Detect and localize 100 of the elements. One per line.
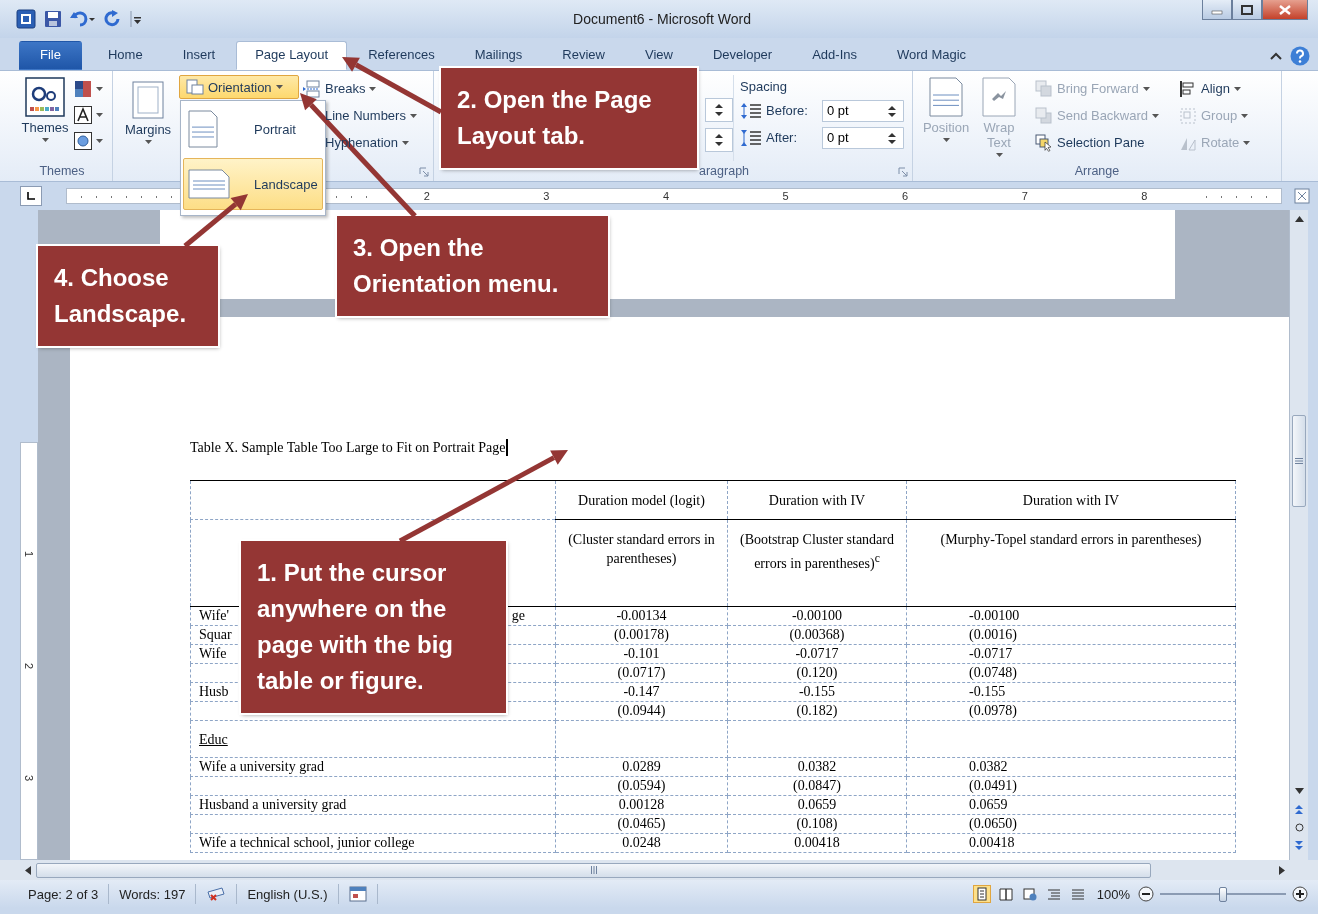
table-value: (0.00368): [789, 627, 845, 642]
vertical-ruler[interactable]: 1 2 3: [20, 442, 38, 860]
tab-selector[interactable]: [20, 186, 42, 206]
double-down-arrow-icon: [1295, 840, 1303, 850]
spacing-label: Before:: [766, 103, 809, 118]
redo-icon[interactable]: [104, 10, 122, 28]
ribbon-tab[interactable]: Add-Ins: [793, 41, 876, 70]
save-icon[interactable]: [44, 10, 62, 28]
spacing-heading: Spacing: [740, 77, 788, 96]
arrange-button[interactable]: Selection Pane: [1031, 129, 1173, 156]
ribbon-tab[interactable]: File: [19, 41, 82, 70]
column-heading: Duration model (logit): [555, 480, 728, 520]
table-value: (0.0944): [617, 703, 666, 718]
scroll-thumb[interactable]: [36, 862, 1151, 878]
table-value: -0.0717: [795, 646, 839, 661]
table-value: (0.0650): [969, 816, 1017, 831]
indent-spinner[interactable]: [705, 98, 733, 122]
font-icon: [74, 106, 92, 124]
table-value: 0.00128: [618, 797, 665, 812]
group-icon: [1179, 106, 1197, 125]
page-setup-button[interactable]: Breaks: [299, 75, 421, 102]
table-value: (0.0465): [617, 816, 666, 831]
ribbon-tab[interactable]: Review: [543, 41, 624, 70]
caret-icon: [96, 87, 103, 91]
table-value: (0.0594): [617, 778, 666, 793]
proofing-icon[interactable]: [206, 886, 227, 902]
close-button[interactable]: [1262, 0, 1308, 20]
arrange-button[interactable]: Align: [1175, 75, 1255, 102]
ribbon-tab[interactable]: Page Layout: [236, 41, 348, 70]
orientation-button[interactable]: Orientation: [179, 75, 299, 99]
left-arrow-icon: [25, 865, 31, 875]
theme-option-button[interactable]: [74, 79, 103, 99]
ribbon-tab[interactable]: View: [625, 41, 692, 70]
table-value: -0.155: [969, 684, 1006, 699]
web-layout-icon[interactable]: [1022, 887, 1037, 901]
table-value: -0.00134: [616, 608, 667, 623]
selection-pane-icon: [1035, 133, 1053, 152]
themes-button[interactable]: Themes: [16, 75, 74, 161]
ribbon-tab[interactable]: References: [349, 41, 454, 70]
zoom-level[interactable]: 100%: [1096, 886, 1130, 902]
app-icon[interactable]: [16, 9, 36, 29]
dialog-launcher-icon[interactable]: [419, 167, 429, 177]
dialog-launcher-icon[interactable]: [898, 167, 908, 177]
ribbon-tab[interactable]: Word Magic: [878, 41, 986, 70]
spinner-icon[interactable]: [880, 99, 904, 122]
indent-spinner[interactable]: [705, 128, 733, 152]
window-title: Document6 - Microsoft Word: [573, 11, 751, 27]
row-label: Husb: [199, 683, 229, 700]
word-count[interactable]: Words: 197: [109, 884, 197, 904]
menu-item[interactable]: Landscape: [183, 158, 323, 210]
send-backward-icon: [1035, 106, 1053, 125]
help-icon[interactable]: [1290, 46, 1310, 66]
table-value: (0.0491): [969, 778, 1017, 793]
ribbon-tab[interactable]: Insert: [163, 41, 235, 70]
macro-icon[interactable]: [348, 886, 367, 902]
table-caption: Table X. Sample Table Too Large to Fit on Portrait Page: [190, 439, 506, 456]
language-indicator[interactable]: English (U.S.): [237, 884, 339, 904]
theme-option-button[interactable]: [74, 105, 103, 125]
table-value: -0.155: [798, 684, 836, 699]
caret-icon: [96, 113, 103, 117]
zoom-in-icon[interactable]: [1292, 886, 1308, 902]
ribbon-tab[interactable]: Home: [88, 41, 162, 70]
caret-icon: [409, 113, 417, 118]
table-value: 0.0289: [622, 759, 661, 774]
caret-icon: [369, 86, 377, 91]
print-layout-icon[interactable]: [974, 887, 989, 901]
table-value: (0.0016): [969, 627, 1017, 642]
caret-icon: [275, 85, 283, 89]
theme-option-button[interactable]: [74, 131, 103, 151]
collapse-ribbon-icon[interactable]: [1270, 51, 1282, 61]
maximize-button[interactable]: [1232, 0, 1262, 20]
table-value: (0.0748): [969, 665, 1017, 680]
row-label: Wife: [199, 645, 227, 662]
table-value: -0.00100: [969, 608, 1020, 623]
undo-icon[interactable]: [70, 10, 96, 28]
table-value: -0.147: [623, 684, 660, 699]
scroll-thumb[interactable]: [1292, 415, 1306, 507]
column-subheading: (Murphy-Topel standard errors in parentheses): [906, 519, 1236, 607]
draft-icon[interactable]: [1070, 887, 1085, 901]
customize-icon[interactable]: [130, 10, 142, 28]
caret-icon: [96, 139, 103, 143]
view-ruler-icon[interactable]: [1294, 188, 1310, 204]
ribbon-tab[interactable]: Developer: [693, 41, 792, 70]
table-value: 0.0659: [969, 797, 1008, 812]
spinner-icon[interactable]: [880, 126, 904, 149]
column-subheading: (Bootstrap Cluster standard errors in parentheses)$^{c}$: [727, 519, 907, 607]
effects-icon: [74, 132, 92, 150]
outline-icon[interactable]: [1046, 887, 1061, 901]
callout: 3. Open the Orientation menu.: [337, 216, 608, 316]
callout-arrow: [183, 194, 248, 248]
callout: 2. Open the Page Layout tab.: [441, 68, 697, 168]
margins-button[interactable]: Margins: [117, 75, 179, 161]
row-label: Wife a technical school, junior college: [199, 834, 415, 851]
zoom-out-icon[interactable]: [1138, 886, 1154, 902]
page-count[interactable]: Page: 2 of 3: [18, 884, 110, 904]
table-value: 0.0382: [797, 759, 837, 774]
callout: 4. Choose Landscape.: [38, 246, 218, 346]
reading-layout-icon[interactable]: [998, 887, 1013, 901]
caret-icon: [995, 153, 1003, 157]
ribbon-tab[interactable]: Mailings: [455, 41, 542, 70]
